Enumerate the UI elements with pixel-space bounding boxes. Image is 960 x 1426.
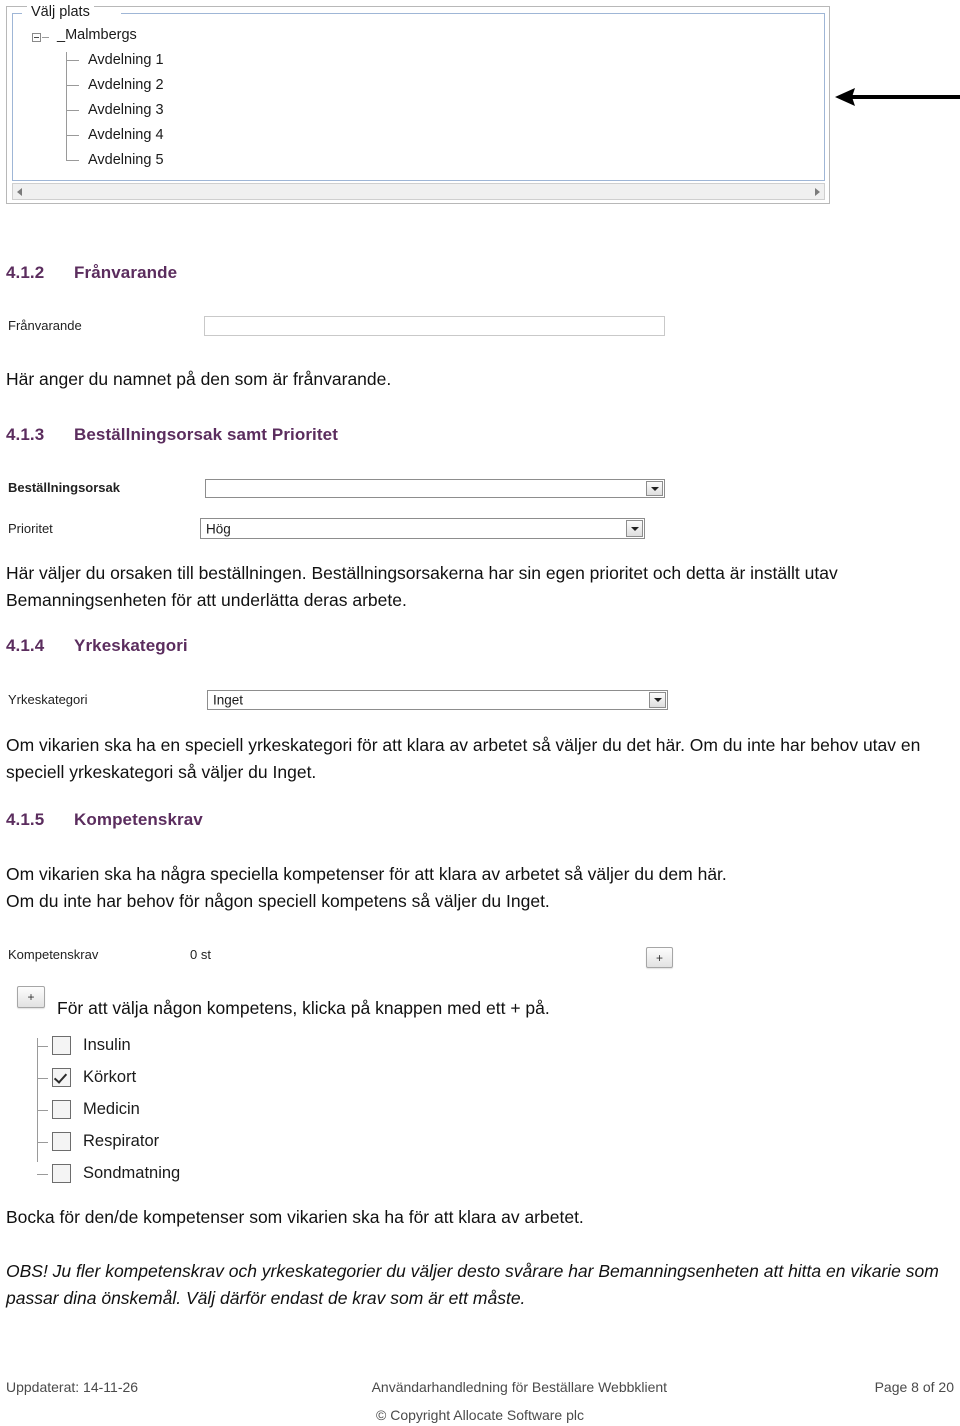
footer-document-title: Användarhandledning för Beställare Webbk…	[371, 1379, 668, 1395]
checkbox-insulin[interactable]	[52, 1036, 71, 1055]
competence-row-medicin[interactable]: Medicin	[37, 1094, 257, 1126]
place-picker-screenshot: Välj plats _Malmbergs Avdelning 1 Avdeln…	[6, 4, 830, 204]
footer-page-number: Page 8 of 20	[874, 1379, 954, 1395]
competence-checkbox-tree[interactable]: Insulin Körkort Medicin Respirator Sondm…	[37, 1030, 257, 1190]
tree-item-label: Avdelning 2	[88, 77, 164, 93]
yrkeskategori-dropdown[interactable]: Inget	[207, 690, 668, 710]
paragraph-obs-note: OBS! Ju fler kompetenskrav och yrkeskate…	[6, 1261, 939, 1308]
competence-label: Insulin	[83, 1036, 131, 1054]
prioritet-value: Hög	[206, 521, 231, 536]
chevron-down-icon[interactable]	[626, 520, 643, 537]
heading-number: 4.1.5	[6, 810, 45, 829]
tree-item-label: Avdelning 5	[88, 152, 164, 168]
paragraph-4-1-4: Om vikarien ska ha en speciell yrkeskate…	[6, 735, 921, 782]
footer-copyright: © Copyright Allocate Software plc	[376, 1407, 584, 1423]
paragraph-4-1-5-b: Om du inte har behov för någon speciell …	[6, 891, 550, 911]
place-tree[interactable]: _Malmbergs Avdelning 1 Avdelning 2 Avdel…	[13, 27, 824, 178]
horizontal-scrollbar[interactable]	[12, 183, 825, 200]
scroll-left-arrow-icon[interactable]	[13, 184, 28, 199]
competence-row-sondmatning[interactable]: Sondmatning	[37, 1158, 257, 1190]
paragraph-4-1-5-c: Bocka för den/de kompetenser som vikarie…	[6, 1207, 584, 1227]
tree-item-avdelning-1[interactable]: Avdelning 1	[67, 52, 824, 77]
tree-item-avdelning-4[interactable]: Avdelning 4	[67, 127, 824, 152]
franvarande-field-label: Frånvarande	[8, 318, 82, 333]
footer-top-row: Uppdaterat: 14-11-26 Användarhandledning…	[6, 1378, 954, 1396]
competence-label: Respirator	[83, 1132, 160, 1150]
tree-item-label: Avdelning 1	[88, 52, 164, 68]
heading-number: 4.1.4	[6, 636, 45, 655]
prioritet-label: Prioritet	[8, 521, 53, 536]
tree-root-label: _Malmbergs	[57, 27, 137, 43]
competence-row-respirator[interactable]: Respirator	[37, 1126, 257, 1158]
chevron-down-icon[interactable]	[646, 481, 663, 496]
checkbox-medicin[interactable]	[52, 1100, 71, 1119]
tree-root-node[interactable]: _Malmbergs	[13, 27, 824, 52]
callout-add-kompetens-button[interactable]: +	[17, 986, 45, 1008]
collapse-minus-icon[interactable]	[32, 33, 49, 42]
bestallningsorsak-dropdown[interactable]	[205, 479, 665, 498]
competence-row-korkort[interactable]: Körkort	[37, 1062, 257, 1094]
paragraph-kompetens-callout: För att välja någon kompetens, klicka på…	[57, 998, 550, 1018]
tree-item-avdelning-2[interactable]: Avdelning 2	[67, 77, 824, 102]
checkbox-respirator[interactable]	[52, 1132, 71, 1151]
heading-4-1-5: 4.1.5 Kompetenskrav	[6, 810, 203, 830]
paragraph-4-1-3: Här väljer du orsaken till beställningen…	[6, 563, 838, 610]
plus-icon: +	[655, 950, 663, 965]
prioritet-dropdown[interactable]: Hög	[200, 518, 645, 539]
heading-title: Yrkeskategori	[74, 636, 188, 655]
heading-number: 4.1.2	[6, 263, 45, 282]
yrkeskategori-value: Inget	[213, 692, 244, 708]
place-groupbox: Välj plats _Malmbergs Avdelning 1 Avdeln…	[12, 4, 825, 181]
bestallningsorsak-label: Beställningsorsak	[8, 480, 120, 495]
tree-children: Avdelning 1 Avdelning 2 Avdelning 3 Avde…	[66, 52, 824, 178]
paragraph-4-1-2: Här anger du namnet på den som är frånva…	[6, 369, 392, 389]
competence-label: Medicin	[83, 1100, 140, 1118]
place-groupbox-title: Välj plats	[27, 4, 94, 21]
heading-4-1-2: 4.1.2 Frånvarande	[6, 263, 177, 283]
heading-4-1-4: 4.1.4 Yrkeskategori	[6, 636, 188, 656]
checkbox-korkort[interactable]	[52, 1068, 71, 1087]
heading-title: Kompetenskrav	[74, 810, 203, 829]
heading-title: Beställningsorsak samt Prioritet	[74, 425, 338, 444]
chevron-down-icon[interactable]	[649, 692, 666, 708]
heading-4-1-3: 4.1.3 Beställningsorsak samt Prioritet	[6, 425, 338, 445]
footer-updated: Uppdaterat: 14-11-26	[6, 1379, 139, 1395]
tree-item-label: Avdelning 3	[88, 102, 164, 118]
paragraph-4-1-5-a: Om vikarien ska ha några speciella kompe…	[6, 864, 727, 884]
franvarande-input[interactable]	[204, 316, 665, 336]
kompetenskrav-count: 0 st	[190, 947, 211, 962]
yrkeskategori-label: Yrkeskategori	[8, 692, 88, 707]
competence-label: Sondmatning	[83, 1164, 181, 1182]
scroll-right-arrow-icon[interactable]	[809, 184, 824, 199]
page-footer: Uppdaterat: 14-11-26 Användarhandledning…	[0, 1370, 960, 1426]
annotation-arrow-icon	[835, 88, 960, 106]
heading-title: Frånvarande	[74, 263, 178, 282]
tree-item-label: Avdelning 4	[88, 127, 164, 143]
kompetenskrav-label: Kompetenskrav	[8, 947, 99, 962]
competence-label: Körkort	[83, 1068, 137, 1086]
heading-number: 4.1.3	[6, 425, 45, 444]
competence-row-insulin[interactable]: Insulin	[37, 1030, 257, 1062]
plus-icon: +	[27, 990, 35, 1004]
tree-item-avdelning-5[interactable]: Avdelning 5	[66, 152, 824, 178]
checkbox-sondmatning[interactable]	[52, 1164, 71, 1183]
add-kompetens-button[interactable]: +	[646, 947, 673, 968]
tree-item-avdelning-3[interactable]: Avdelning 3	[67, 102, 824, 127]
